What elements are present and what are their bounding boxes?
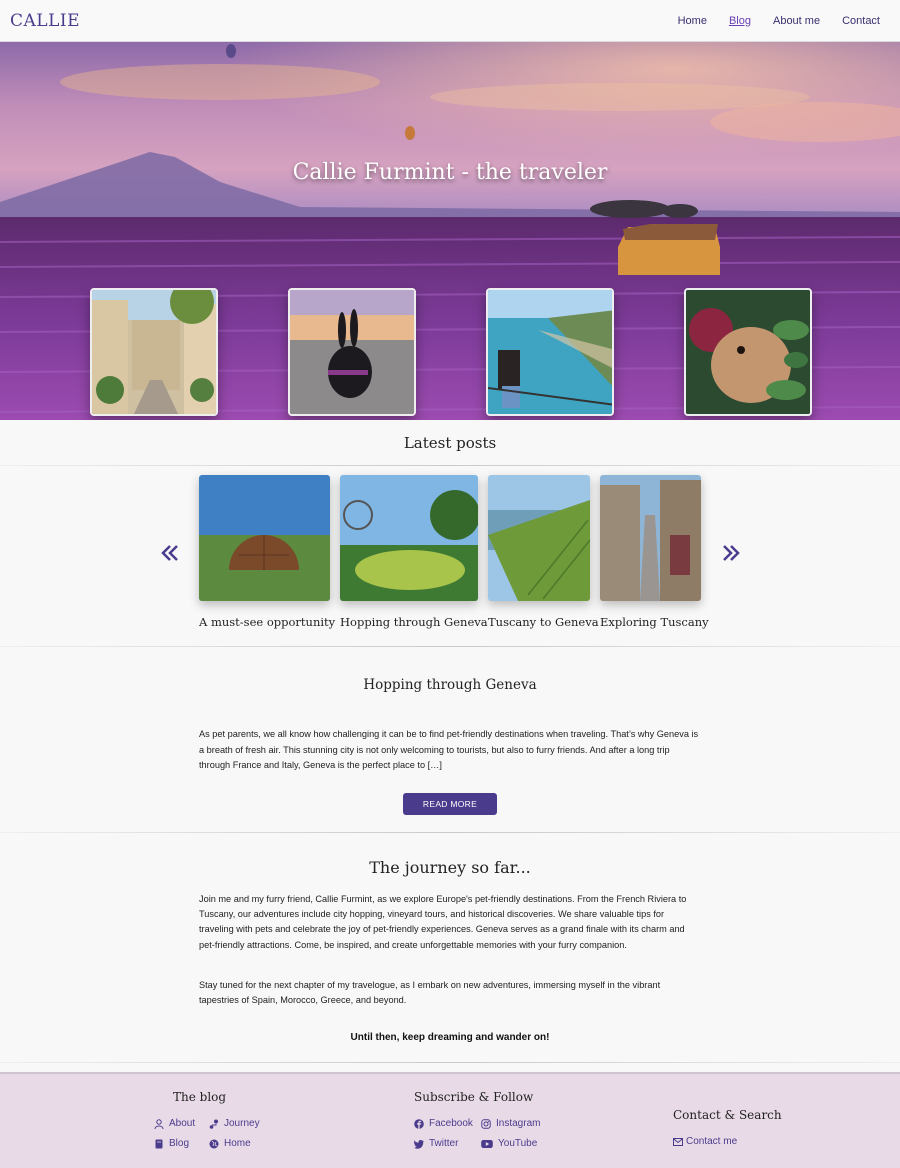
footer: The blog About Journey Blog Home Subscri… — [0, 1072, 900, 1168]
footer-link-facebook[interactable]: Facebook — [414, 1118, 473, 1129]
post-image[interactable] — [600, 475, 701, 601]
carousel-next-button[interactable] — [721, 540, 741, 570]
twitter-icon — [414, 1139, 424, 1149]
envelope-icon — [673, 1137, 683, 1146]
read-more-button[interactable]: READ MORE — [403, 793, 497, 815]
footer-link-about[interactable]: About — [154, 1118, 195, 1129]
hero-thumb-riviera[interactable] — [486, 288, 614, 416]
post-caption[interactable]: Hopping through Geneva — [340, 615, 488, 629]
post-image[interactable] — [340, 475, 478, 601]
post-caption[interactable]: A must-see opportunity — [199, 615, 335, 629]
nav-link-blog[interactable]: Blog — [729, 15, 751, 27]
post-image[interactable] — [488, 475, 590, 601]
journey-title: The journey so far... — [369, 858, 531, 877]
book-icon — [155, 1139, 163, 1148]
footer-link-journey[interactable]: Journey — [209, 1118, 260, 1129]
footer-link-label: About — [169, 1118, 196, 1129]
footer-link-contact[interactable]: Contact me — [673, 1136, 737, 1147]
footer-link-label: Twitter — [429, 1138, 459, 1149]
nav-link-home[interactable]: Home — [678, 15, 707, 27]
top-navbar: CALLIE Home Blog About me Contact — [0, 0, 900, 42]
footer-link-label: Facebook — [429, 1118, 473, 1129]
footer-link-label: Journey — [224, 1118, 260, 1129]
hero-thumb-street[interactable] — [90, 288, 218, 416]
brand-logo[interactable]: CALLIE — [10, 11, 80, 31]
post-caption[interactable]: Tuscany to Geneva — [488, 615, 599, 629]
latest-posts-title: Latest posts — [403, 434, 497, 452]
post-card[interactable]: Hopping through Geneva — [340, 475, 488, 629]
user-icon — [154, 1118, 164, 1129]
footer-contact-title: Contact & Search — [673, 1108, 782, 1122]
hero-title: Callie Furmint - the traveler — [292, 160, 608, 185]
double-chevron-left-icon — [161, 545, 178, 561]
route-icon — [209, 1119, 218, 1129]
footer-link-label: Instagram — [496, 1118, 541, 1129]
footer-link-label: YouTube — [498, 1138, 538, 1149]
footer-link-blog[interactable]: Blog — [154, 1138, 189, 1149]
nav-link-contact[interactable]: Contact — [842, 15, 880, 27]
featured-post-title: Hopping through Geneva — [363, 677, 537, 693]
footer-link-home[interactable]: Home — [209, 1138, 251, 1149]
section-divider — [0, 646, 900, 647]
featured-post-excerpt: As pet parents, we all know how challeng… — [199, 729, 699, 770]
post-card[interactable]: Tuscany to Geneva — [488, 475, 599, 629]
youtube-icon — [481, 1139, 493, 1148]
footer-link-label: Contact me — [686, 1136, 738, 1147]
carousel-prev-button[interactable] — [160, 540, 180, 570]
post-card[interactable]: Exploring Tuscany — [600, 475, 709, 629]
facebook-icon — [414, 1118, 424, 1129]
footer-link-instagram[interactable]: Instagram — [481, 1118, 540, 1129]
footer-social-title: Subscribe & Follow — [414, 1090, 534, 1104]
journey-paragraph: Stay tuned for the next chapter of my tr… — [199, 980, 661, 1006]
journey-signoff: Until then, keep dreaming and wander on! — [350, 1032, 550, 1043]
post-image[interactable] — [199, 475, 330, 601]
post-card[interactable]: A must-see opportunity — [199, 475, 335, 629]
footer-link-twitter[interactable]: Twitter — [414, 1138, 458, 1149]
double-chevron-right-icon — [723, 545, 740, 561]
footer-link-label: Home — [224, 1138, 251, 1149]
globe-icon — [209, 1139, 219, 1148]
nav-link-about[interactable]: About me — [773, 15, 820, 27]
hero-banner: Callie Furmint - the traveler — [0, 42, 900, 420]
journey-paragraph: Join me and my furry friend, Callie Furm… — [199, 894, 687, 950]
section-divider — [0, 832, 900, 833]
hero-thumb-rabbit-leaves[interactable] — [684, 288, 812, 416]
footer-link-label: Blog — [169, 1138, 190, 1149]
hero-thumb-rabbit-beach[interactable] — [288, 288, 416, 416]
section-divider — [0, 465, 900, 466]
footer-blog-title: The blog — [173, 1090, 227, 1104]
section-divider — [0, 1062, 900, 1063]
footer-link-youtube[interactable]: YouTube — [481, 1138, 537, 1149]
nav-links: Home Blog About me Contact — [656, 15, 880, 27]
instagram-icon — [481, 1118, 491, 1129]
post-caption[interactable]: Exploring Tuscany — [600, 615, 709, 629]
